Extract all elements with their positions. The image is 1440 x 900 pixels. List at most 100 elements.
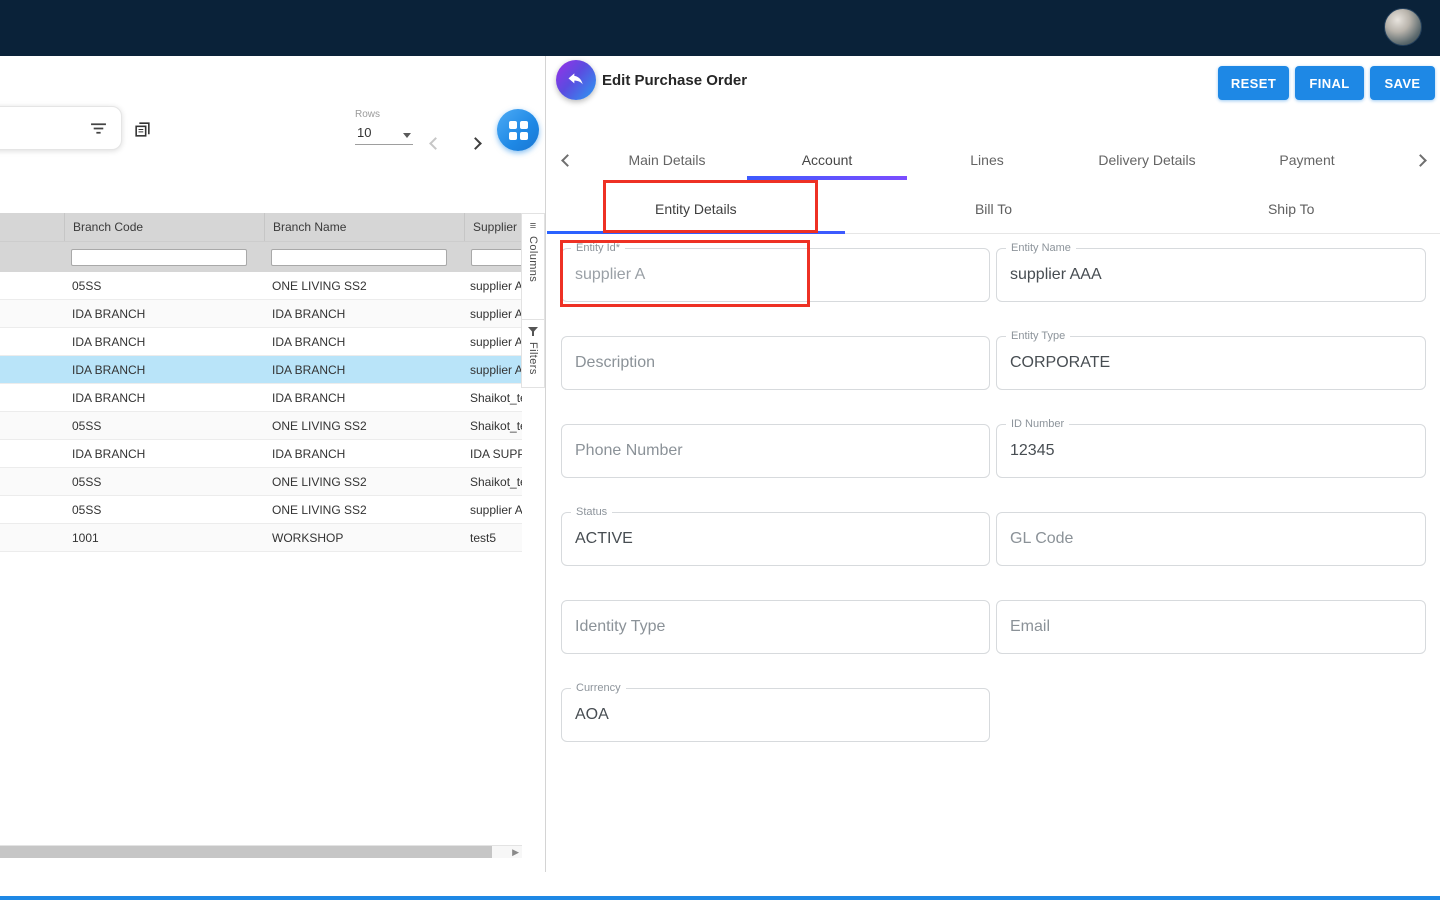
branches-table: Branch Code Branch Name Supplier B 05SS … (0, 213, 522, 552)
id-number-field[interactable]: ID Number 12345 (996, 424, 1426, 478)
chevron-left-icon (561, 154, 574, 167)
funnel-icon (528, 327, 538, 337)
currency-field[interactable]: Currency AOA (561, 688, 990, 742)
tab-delivery-details[interactable]: Delivery Details (1067, 152, 1227, 168)
header-branch-code[interactable]: Branch Code (64, 213, 264, 241)
cell-supplier: Shaikot_te (464, 419, 522, 433)
chevron-left-icon (429, 137, 442, 150)
table-search-box[interactable] (0, 106, 122, 150)
form-spacer (996, 688, 1426, 742)
tab-payment[interactable]: Payment (1227, 152, 1387, 168)
columns-toggle-label: Columns (527, 236, 539, 282)
account-subtabs: Entity Details Bill To Ship To (547, 184, 1440, 234)
table-row[interactable]: 05SS ONE LIVING SS2 supplier A (0, 272, 522, 300)
cell-branch-code: 05SS (64, 279, 264, 293)
copy-button[interactable] (130, 117, 154, 141)
branch-name-filter-input[interactable] (271, 249, 447, 266)
branch-code-filter-input[interactable] (71, 249, 247, 266)
horizontal-scrollbar[interactable]: ▶ (0, 845, 522, 858)
back-button[interactable] (556, 60, 596, 100)
user-avatar[interactable] (1384, 8, 1422, 46)
cell-branch-code: IDA BRANCH (64, 307, 264, 321)
description-field[interactable]: Description (561, 336, 990, 390)
identity-type-placeholder: Identity Type (575, 601, 665, 653)
next-page-button[interactable] (463, 131, 487, 155)
cell-branch-code: IDA BRANCH (64, 391, 264, 405)
id-number-value: 12345 (1010, 425, 1055, 477)
save-button[interactable]: SAVE (1370, 66, 1435, 100)
table-row[interactable]: IDA BRANCH IDA BRANCH supplier A (0, 300, 522, 328)
active-subtab-indicator (547, 231, 845, 234)
table-row[interactable]: 1001 WORKSHOP test5 (0, 524, 522, 552)
cell-supplier: test5 (464, 531, 522, 545)
rows-per-page-select[interactable]: 10 (355, 125, 413, 145)
cell-supplier: Shaikot_te (464, 475, 522, 489)
tab-lines[interactable]: Lines (907, 152, 1067, 168)
entity-type-field[interactable]: Entity Type CORPORATE (996, 336, 1426, 390)
cell-branch-code: IDA BRANCH (64, 363, 264, 377)
scrollbar-thumb[interactable] (0, 846, 492, 858)
supplier-filter-input[interactable] (471, 249, 522, 266)
tabs-scroll-right-button[interactable] (1400, 156, 1440, 165)
table-row[interactable]: 05SS ONE LIVING SS2 supplier A (0, 496, 522, 524)
cell-supplier: supplier A (464, 279, 522, 293)
phone-number-placeholder: Phone Number (575, 425, 683, 477)
entity-name-field[interactable]: Entity Name supplier AAA (996, 248, 1426, 302)
cell-branch-code: 05SS (64, 475, 264, 489)
header-gutter (0, 213, 64, 241)
header-branch-name[interactable]: Branch Name (264, 213, 464, 241)
table-row[interactable]: IDA BRANCH IDA BRANCH supplier A (0, 328, 522, 356)
subtab-bill-to[interactable]: Bill To (845, 184, 1143, 233)
cell-branch-name: ONE LIVING SS2 (264, 279, 464, 293)
columns-toggle[interactable]: ≡ Columns (521, 213, 545, 320)
tab-main-details[interactable]: Main Details (587, 152, 747, 168)
table-filter-row (0, 241, 522, 272)
cell-supplier: IDA SUPP (464, 447, 522, 461)
cell-branch-name: IDA BRANCH (264, 391, 464, 405)
cell-branch-code: 05SS (64, 419, 264, 433)
final-button[interactable]: FINAL (1295, 66, 1364, 100)
cell-branch-name: ONE LIVING SS2 (264, 475, 464, 489)
filters-toggle[interactable]: Filters (521, 320, 545, 388)
gl-code-field[interactable]: GL Code (996, 512, 1426, 566)
phone-number-field[interactable]: Phone Number (561, 424, 990, 478)
previous-page-button[interactable] (423, 131, 447, 155)
grid-view-button[interactable] (497, 109, 539, 151)
identity-type-field[interactable]: Identity Type (561, 600, 990, 654)
gl-code-placeholder: GL Code (1010, 513, 1073, 565)
tab-account[interactable]: Account (747, 152, 907, 168)
cell-branch-code: 05SS (64, 503, 264, 517)
cell-branch-name: IDA BRANCH (264, 335, 464, 349)
table-side-strip: ≡ Columns Filters (521, 213, 545, 388)
status-field[interactable]: Status ACTIVE (561, 512, 990, 566)
status-value: ACTIVE (575, 513, 633, 565)
table-header-row: Branch Code Branch Name Supplier B (0, 213, 522, 241)
cell-branch-name: ONE LIVING SS2 (264, 503, 464, 517)
table-row[interactable]: 05SS ONE LIVING SS2 Shaikot_te (0, 412, 522, 440)
bottom-scrollbar-accent (0, 896, 1440, 900)
table-row[interactable]: IDA BRANCH IDA BRANCH IDA SUPP (0, 440, 522, 468)
scrollbar-arrow-right-icon[interactable]: ▶ (512, 847, 519, 858)
cell-supplier: supplier A (464, 335, 522, 349)
reset-button[interactable]: RESET (1218, 66, 1289, 100)
header-supplier[interactable]: Supplier B (464, 213, 522, 241)
entity-id-field[interactable]: Entity Id* supplier A (561, 248, 990, 302)
table-row[interactable]: 05SS ONE LIVING SS2 Shaikot_te (0, 468, 522, 496)
copy-icon (133, 120, 152, 139)
tabs-scroll-left-button[interactable] (547, 156, 587, 165)
email-field[interactable]: Email (996, 600, 1426, 654)
cell-branch-name: IDA BRANCH (264, 307, 464, 321)
cell-branch-name: ONE LIVING SS2 (264, 419, 464, 433)
chevron-right-icon (1414, 154, 1427, 167)
table-row-selected[interactable]: IDA BRANCH IDA BRANCH supplier A (0, 356, 522, 384)
active-tab-indicator (747, 176, 907, 180)
subtab-ship-to[interactable]: Ship To (1142, 184, 1440, 233)
subtab-entity-details[interactable]: Entity Details (547, 184, 845, 233)
filter-list-icon (90, 120, 107, 137)
entity-id-value: supplier A (575, 249, 645, 301)
table-row[interactable]: IDA BRANCH IDA BRANCH Shaikot_te (0, 384, 522, 412)
cell-branch-name: WORKSHOP (264, 531, 464, 545)
top-navbar (0, 0, 1440, 56)
cell-branch-code: IDA BRANCH (64, 335, 264, 349)
rows-per-page-control: Rows 10 (355, 109, 413, 145)
